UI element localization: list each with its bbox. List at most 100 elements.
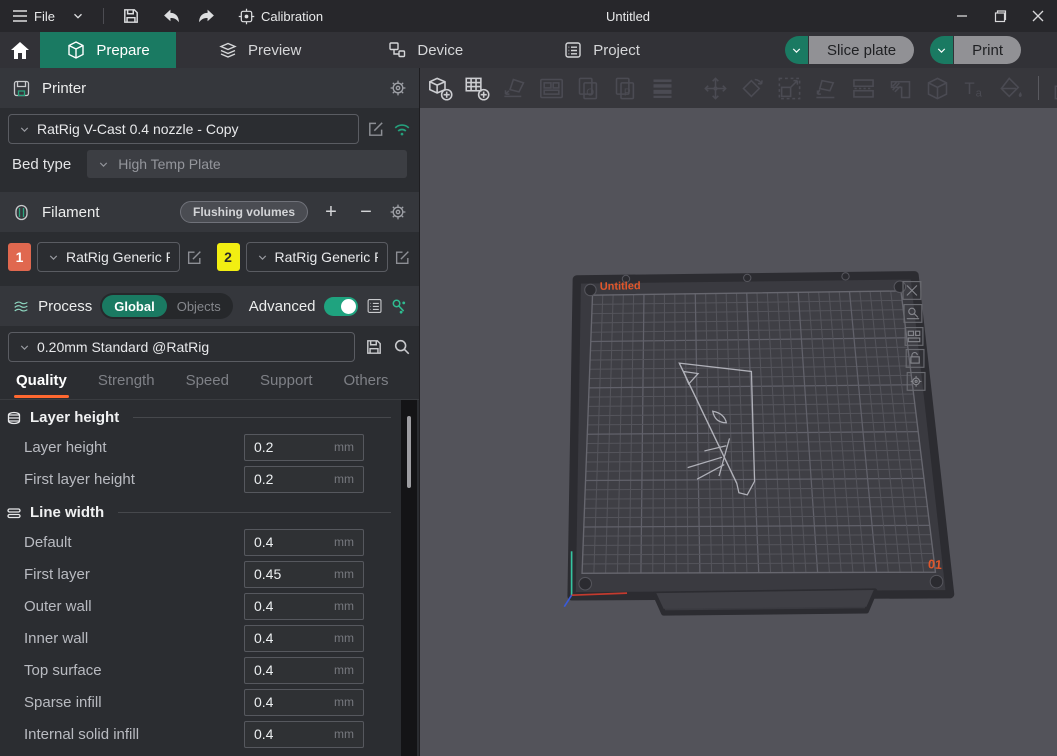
setting-input[interactable]: 0.2 mm: [244, 466, 364, 493]
tab-device[interactable]: Device: [369, 32, 481, 68]
setting-input[interactable]: 0.4 mm: [244, 625, 364, 652]
process-tab-others[interactable]: Others: [344, 372, 389, 389]
advanced-label: Advanced: [249, 298, 316, 315]
close-button[interactable]: [1019, 0, 1057, 32]
setting-input[interactable]: 0.4 mm: [244, 529, 364, 556]
rotate-icon[interactable]: [739, 75, 766, 102]
svg-text:T: T: [964, 79, 974, 98]
undo-button[interactable]: [154, 0, 189, 32]
slice-plate-button[interactable]: Slice plate: [809, 36, 914, 64]
support-painting-icon[interactable]: [887, 75, 914, 102]
place-on-face-icon[interactable]: [813, 75, 840, 102]
cut-icon[interactable]: [850, 75, 877, 102]
print-options-button[interactable]: [930, 36, 953, 64]
assembly-view-icon[interactable]: [1052, 75, 1057, 102]
save-button[interactable]: [114, 0, 148, 32]
scene-3d[interactable]: Untitled 01: [420, 108, 1057, 756]
maximize-icon: [994, 10, 1007, 23]
minimize-button[interactable]: [943, 0, 981, 32]
tab-prepare[interactable]: Prepare: [40, 32, 176, 68]
plate-search-button[interactable]: [904, 305, 922, 323]
home-button[interactable]: [0, 32, 40, 68]
bed-type-select[interactable]: High Temp Plate: [87, 150, 407, 178]
unit-label: mm: [334, 472, 354, 486]
plate-settings-button[interactable]: [907, 373, 925, 391]
move-icon[interactable]: [702, 75, 729, 102]
auto-orient-icon[interactable]: [501, 75, 528, 102]
process-tab-speed[interactable]: Speed: [186, 372, 229, 389]
setting-input[interactable]: 0.4 mm: [244, 689, 364, 716]
setting-row: First layer height 0.2 mm: [0, 463, 401, 495]
unit-label: mm: [334, 663, 354, 677]
setting-value: 0.4: [254, 630, 334, 646]
filament-settings-gear-icon[interactable]: [389, 203, 407, 221]
slice-options-button[interactable]: [785, 36, 808, 64]
file-menu-label: File: [34, 9, 55, 24]
search-settings-magnifier-icon[interactable]: [393, 338, 411, 356]
add-plate-icon[interactable]: [464, 75, 491, 102]
text-tool-icon[interactable]: Ta: [961, 75, 988, 102]
maximize-button[interactable]: [981, 0, 1019, 32]
sidebar: Printer RatRig V-Cast 0.4 nozzle - Copy …: [0, 68, 420, 756]
edit-printer-icon[interactable]: [367, 120, 385, 138]
split-to-objects-icon[interactable]: O: [575, 75, 602, 102]
scrollbar-track[interactable]: [401, 400, 417, 756]
setting-row: Sparse infill 0.4 mm: [0, 686, 401, 718]
setting-input[interactable]: 0.4 mm: [244, 721, 364, 748]
split-to-parts-icon[interactable]: P: [612, 75, 639, 102]
remove-filament-button[interactable]: −: [354, 202, 378, 222]
scrollbar-thumb[interactable]: [407, 416, 411, 488]
printer-preset-combo[interactable]: RatRig V-Cast 0.4 nozzle - Copy: [8, 114, 359, 144]
save-preset-icon[interactable]: [365, 338, 383, 356]
svg-text:a: a: [976, 87, 983, 99]
filament-2-preset-combo[interactable]: RatRig Generic PLA: [246, 242, 389, 272]
slice-plate-split-button: Slice plate: [785, 36, 914, 64]
file-menu-button[interactable]: File: [4, 0, 63, 32]
minimize-icon: [956, 10, 968, 22]
tab-preview[interactable]: Preview: [200, 32, 319, 68]
filament-1-preset-combo[interactable]: RatRig Generic PLA: [37, 242, 180, 272]
setting-input[interactable]: 0.4 mm: [244, 657, 364, 684]
tab-project[interactable]: Project: [545, 32, 658, 68]
setting-input[interactable]: 0.4 mm: [244, 593, 364, 620]
filament-2-color-badge[interactable]: 2: [217, 243, 240, 271]
scope-global-button[interactable]: Global: [102, 295, 166, 317]
plate-delete-button[interactable]: [903, 282, 921, 300]
add-object-icon[interactable]: [427, 75, 454, 102]
process-tab-support[interactable]: Support: [260, 372, 313, 389]
redo-button[interactable]: [189, 0, 224, 32]
printer-preset-value: RatRig V-Cast 0.4 nozzle - Copy: [37, 121, 239, 137]
toolbar-separator: [1038, 76, 1039, 100]
setting-input[interactable]: 0.45 mm: [244, 561, 364, 588]
print-button[interactable]: Print: [954, 36, 1021, 64]
settings-section-title: Line width: [30, 504, 104, 521]
setting-label: First layer height: [0, 471, 244, 488]
add-filament-button[interactable]: +: [319, 202, 343, 222]
plate-arrange-button[interactable]: [905, 328, 923, 346]
advanced-toggle[interactable]: [324, 297, 358, 316]
edit-filament-2-icon[interactable]: [394, 249, 411, 266]
arrange-icon[interactable]: [538, 75, 565, 102]
edit-filament-1-icon[interactable]: [186, 249, 203, 266]
process-tab-quality[interactable]: Quality: [16, 372, 67, 389]
flushing-volumes-button[interactable]: Flushing volumes: [180, 201, 308, 223]
section-divider: [118, 512, 391, 513]
mesh-boolean-icon[interactable]: [924, 75, 951, 102]
plate-lock-button[interactable]: [906, 350, 924, 368]
calibration-button[interactable]: Calibration: [230, 0, 331, 32]
scope-objects-button[interactable]: Objects: [167, 299, 231, 314]
variable-layer-height-icon[interactable]: [649, 75, 676, 102]
parameter-table-icon[interactable]: [366, 297, 383, 315]
process-preset-combo[interactable]: 0.20mm Standard @RatRig: [8, 332, 355, 362]
filament-icon: [12, 203, 31, 222]
printer-settings-gear-icon[interactable]: [389, 79, 407, 97]
color-painting-icon[interactable]: [998, 75, 1025, 102]
setting-input[interactable]: 0.2 mm: [244, 434, 364, 461]
hamburger-menu-icon: [12, 9, 28, 23]
process-tab-strength[interactable]: Strength: [98, 372, 155, 389]
printer-connection-wifi-icon[interactable]: [393, 120, 411, 138]
search-settings-icon[interactable]: [391, 298, 407, 315]
file-menu-dropdown-button[interactable]: [63, 0, 93, 32]
scale-icon[interactable]: [776, 75, 803, 102]
filament-1-color-badge[interactable]: 1: [8, 243, 31, 271]
